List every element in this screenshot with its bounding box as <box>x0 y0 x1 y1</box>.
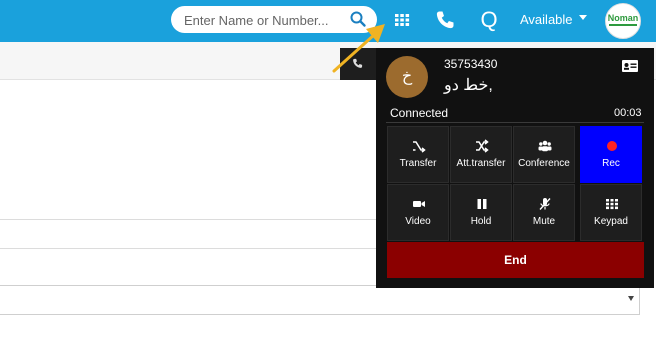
phone-icon[interactable] <box>433 8 457 32</box>
grid-icon[interactable] <box>391 9 413 31</box>
caller-number: 35753430 <box>444 57 498 71</box>
contact-card-icon[interactable] <box>622 60 638 72</box>
divider <box>0 248 376 249</box>
divider <box>386 122 644 123</box>
keypad-button[interactable]: Keypad <box>580 184 642 241</box>
status-dropdown[interactable]: Available <box>520 12 573 27</box>
avatar-label: Noman <box>607 13 639 23</box>
video-camera-icon <box>413 201 425 207</box>
record-label: Rec <box>602 158 620 169</box>
divider <box>0 219 376 220</box>
call-state: Connected <box>390 106 449 120</box>
keypad-icon <box>606 199 618 210</box>
shuffle-icon <box>413 141 426 153</box>
queue-icon[interactable]: Q <box>478 5 500 35</box>
mute-button[interactable]: Mute <box>513 184 575 241</box>
caller-avatar: خ <box>386 56 428 98</box>
hold-button[interactable]: Hold <box>450 184 512 241</box>
end-call-button[interactable]: End <box>387 242 644 278</box>
conference-button[interactable]: Conference <box>513 126 575 183</box>
mute-label: Mute <box>532 216 556 227</box>
select-field[interactable] <box>0 285 640 315</box>
video-button[interactable]: Video <box>387 184 449 241</box>
search-input[interactable] <box>184 11 344 29</box>
caller-name: خط دو, <box>444 77 493 94</box>
microphone-slash-icon <box>539 198 551 210</box>
transfer-button[interactable]: Transfer <box>387 126 449 183</box>
hold-label: Hold <box>470 216 492 227</box>
avatar-underline <box>609 24 637 26</box>
att-transfer-button[interactable]: Att.transfer <box>450 126 512 183</box>
pause-icon <box>477 199 487 209</box>
chevron-down-icon[interactable] <box>579 15 587 20</box>
annotation-arrow-icon <box>332 24 385 73</box>
call-panel: خ 35753430 خط دو, Connected 00:03 Transf… <box>376 48 654 288</box>
att-transfer-label: Att.transfer <box>456 158 506 169</box>
conference-label: Conference <box>518 158 570 169</box>
avatar[interactable]: Noman <box>605 3 641 39</box>
transfer-label: Transfer <box>399 158 437 169</box>
users-icon <box>538 140 552 152</box>
record-icon <box>607 141 617 151</box>
chevron-down-icon[interactable] <box>628 296 634 301</box>
record-button[interactable]: Rec <box>580 126 642 183</box>
top-bar: Q Available Noman <box>0 0 656 42</box>
keypad-label: Keypad <box>594 216 628 227</box>
shuffle-icon <box>476 139 489 153</box>
video-label: Video <box>405 216 431 227</box>
call-timer: 00:03 <box>614 107 642 119</box>
